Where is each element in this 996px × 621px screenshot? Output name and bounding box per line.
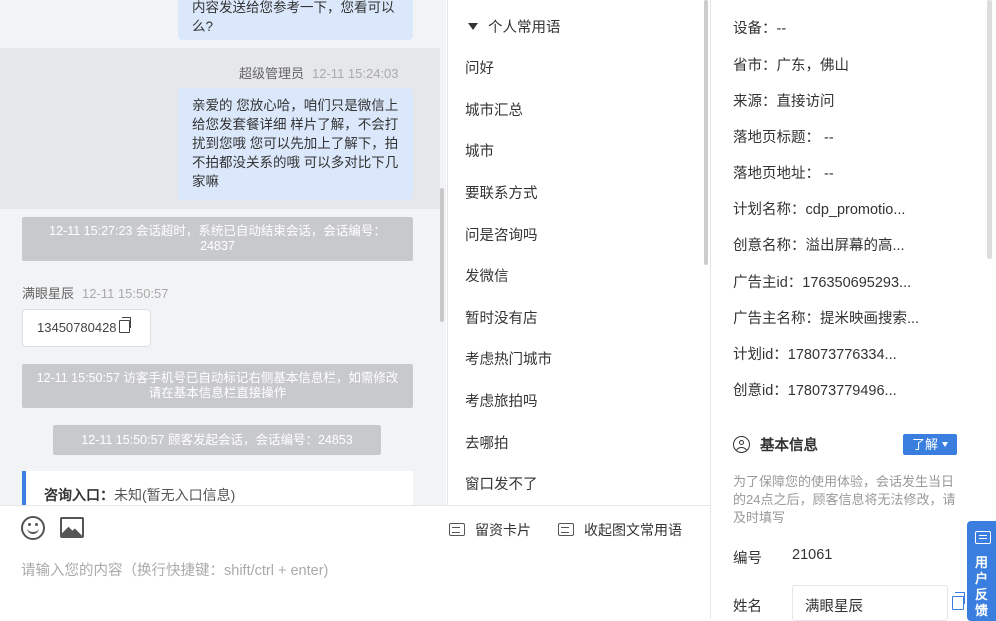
phone-number: 13450780428 bbox=[37, 320, 117, 335]
id-value: 21061 bbox=[792, 547, 833, 563]
entry-label: 咨询入口： bbox=[44, 487, 114, 503]
caret-down-icon bbox=[942, 442, 948, 447]
feedback-tab[interactable]: 用户反馈 bbox=[967, 521, 996, 621]
chat-icon bbox=[975, 531, 991, 544]
emoji-icon[interactable] bbox=[21, 516, 45, 540]
visitor-info-panel: 设备：-- 省市：广东，佛山 来源：直接访问 落地页标题： -- 落地页地址： … bbox=[710, 0, 996, 621]
leave-card-button[interactable]: 留资卡片 bbox=[449, 520, 531, 540]
phrase-item[interactable]: 去哪拍 bbox=[465, 432, 509, 453]
phone-message: 13450780428 bbox=[22, 309, 151, 347]
name-field[interactable]: 满眼星辰 bbox=[792, 585, 948, 621]
message-input[interactable]: 请输入您的内容（换行快捷键：shift/ctrl + enter) bbox=[21, 559, 328, 580]
info-region: 省市：广东，佛山 bbox=[733, 58, 849, 74]
info-landing-url: 落地页地址： -- bbox=[733, 166, 834, 182]
image-icon[interactable] bbox=[60, 517, 84, 538]
phrase-item[interactable]: 发微信 bbox=[465, 265, 509, 286]
sender-name: 超级管理员 bbox=[239, 66, 305, 81]
feedback-label: 用户反馈 bbox=[975, 555, 989, 618]
info-scrollbar[interactable] bbox=[987, 0, 992, 259]
edit-notice: 为了保障您的使用体验，会话发生当日的24点之后，顾客信息将无法修改，请及时填写 bbox=[733, 474, 956, 525]
consult-entry-card: 咨询入口：未知(暂无入口信息) bbox=[22, 471, 413, 505]
leave-card-label: 留资卡片 bbox=[475, 522, 531, 538]
info-creative-id: 创意id：178073779496... bbox=[733, 383, 897, 399]
phrase-item[interactable]: 城市汇总 bbox=[465, 99, 523, 120]
message-bubble: 亲爱的 您放心哈，咱们只是微信上给您发套餐详细 样片了解，不会打扰到您哦 您可以… bbox=[178, 88, 413, 200]
info-source: 来源：直接访问 bbox=[733, 94, 835, 110]
message-icon bbox=[558, 523, 574, 536]
phrases-panel: 个人常用语 问好 城市汇总 城市 要联系方式 问是咨询吗 发微信 暂时没有店 考… bbox=[447, 0, 710, 505]
info-device: 设备：-- bbox=[733, 21, 787, 37]
info-landing-title: 落地页标题： -- bbox=[733, 130, 834, 146]
phrase-item[interactable]: 暂时没有店 bbox=[465, 307, 538, 328]
info-creative-name: 创意名称：溢出屏幕的高... bbox=[733, 238, 905, 254]
copy-icon[interactable] bbox=[952, 592, 965, 610]
system-message: 12-11 15:50:57 顾客发起会话，会话编号：24853 bbox=[53, 425, 381, 455]
message-bubble: 内容发送给您参考一下，您看可以么? bbox=[178, 0, 413, 40]
id-label: 编号 bbox=[733, 551, 762, 567]
name-label: 姓名 bbox=[733, 599, 762, 615]
sender-name: 满眼星辰 bbox=[22, 286, 75, 301]
message-input-area: 留资卡片 收起图文常用语 请输入您的内容（换行快捷键：shift/ctrl + … bbox=[0, 505, 710, 620]
entry-value: 未知(暂无入口信息) bbox=[114, 487, 236, 503]
collapse-phrases-button[interactable]: 收起图文常用语 bbox=[558, 520, 682, 540]
chat-scrollbar[interactable] bbox=[440, 188, 444, 322]
phrases-group-title: 个人常用语 bbox=[488, 20, 561, 36]
info-advertiser-id: 广告主id：176350695293... bbox=[733, 275, 912, 291]
chat-panel: 内容发送给您参考一下，您看可以么? 超级管理员 12-11 15:24:03 亲爱… bbox=[0, 0, 446, 505]
phrase-item[interactable]: 考虑旅拍吗 bbox=[465, 390, 538, 411]
message-sender: 超级管理员 12-11 15:24:03 bbox=[239, 63, 399, 82]
learn-more-label: 了解 bbox=[911, 437, 938, 452]
info-plan-name: 计划名称：cdp_promotio... bbox=[733, 202, 906, 218]
basic-info-label: 基本信息 bbox=[760, 438, 818, 454]
message-time: 12-11 15:50:57 bbox=[82, 286, 169, 301]
phrase-item[interactable]: 考虑热门城市 bbox=[465, 348, 552, 369]
copy-icon[interactable] bbox=[118, 317, 131, 333]
phrase-item[interactable]: 问是咨询吗 bbox=[465, 224, 538, 245]
learn-more-button[interactable]: 了解 bbox=[903, 434, 957, 455]
collapse-phrases-label: 收起图文常用语 bbox=[584, 522, 682, 538]
basic-info-title: 基本信息 bbox=[733, 434, 818, 455]
phrase-item[interactable]: 城市 bbox=[465, 140, 494, 161]
card-icon bbox=[449, 523, 465, 536]
phrases-group-header[interactable]: 个人常用语 bbox=[468, 16, 561, 37]
user-circle-icon bbox=[733, 436, 750, 453]
system-message: 12-11 15:50:57 访客手机号已自动标记右侧基本信息栏，如需修改请在基… bbox=[22, 364, 413, 408]
caret-down-icon bbox=[468, 23, 478, 30]
info-plan-id: 计划id：178073776334... bbox=[733, 347, 897, 363]
phrase-item[interactable]: 窗口发不了 bbox=[465, 473, 538, 494]
info-advertiser-name: 广告主名称：提米映画搜索... bbox=[733, 311, 920, 327]
phrase-item[interactable]: 问好 bbox=[465, 57, 494, 78]
phrases-scrollbar[interactable] bbox=[704, 0, 708, 265]
message-sender: 满眼星辰 12-11 15:50:57 bbox=[22, 283, 169, 302]
system-message: 12-11 15:27:23 会话超时，系统已自动结束会话，会话编号：24837 bbox=[22, 217, 413, 261]
phrase-item[interactable]: 要联系方式 bbox=[465, 182, 538, 203]
message-time: 12-11 15:24:03 bbox=[312, 66, 399, 81]
